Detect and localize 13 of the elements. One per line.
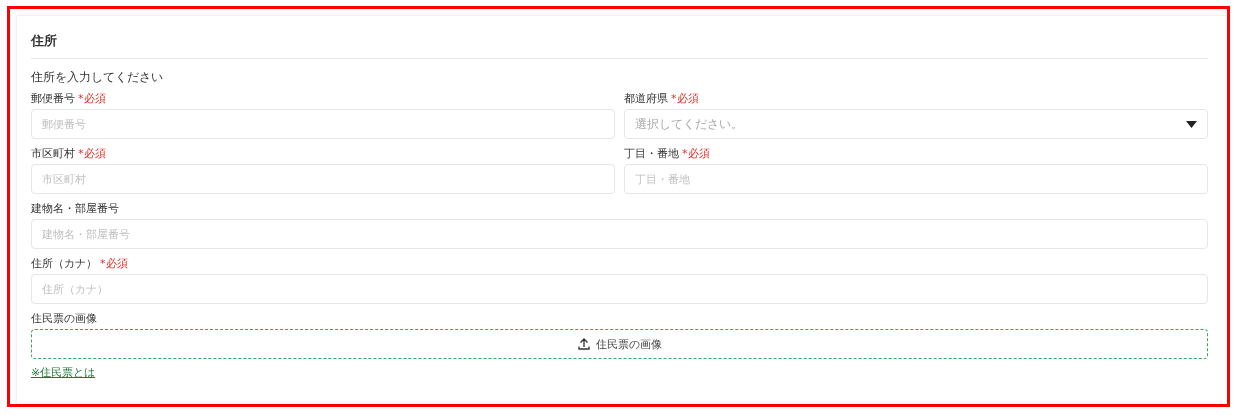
section-title: 住所 [31, 26, 1208, 59]
field-label: 都道府県 *必須 [624, 92, 700, 105]
field-label: 住民票の画像 [31, 312, 98, 325]
help-link[interactable]: ※住民票とは [31, 365, 96, 380]
upload-icon [577, 338, 590, 350]
field-label: 建物名・部屋番号 [31, 202, 120, 215]
section-description: 住所を入力してください [31, 69, 164, 86]
field-label: 郵便番号 *必須 [31, 92, 107, 105]
upload-button[interactable]: 住民票の画像 [31, 329, 1208, 359]
field-label: 市区町村 *必須 [31, 147, 107, 160]
field-label: 住所（カナ） *必須 [31, 257, 129, 270]
field-label: 丁目・番地 *必須 [624, 147, 711, 160]
caret-icon [1186, 120, 1197, 128]
